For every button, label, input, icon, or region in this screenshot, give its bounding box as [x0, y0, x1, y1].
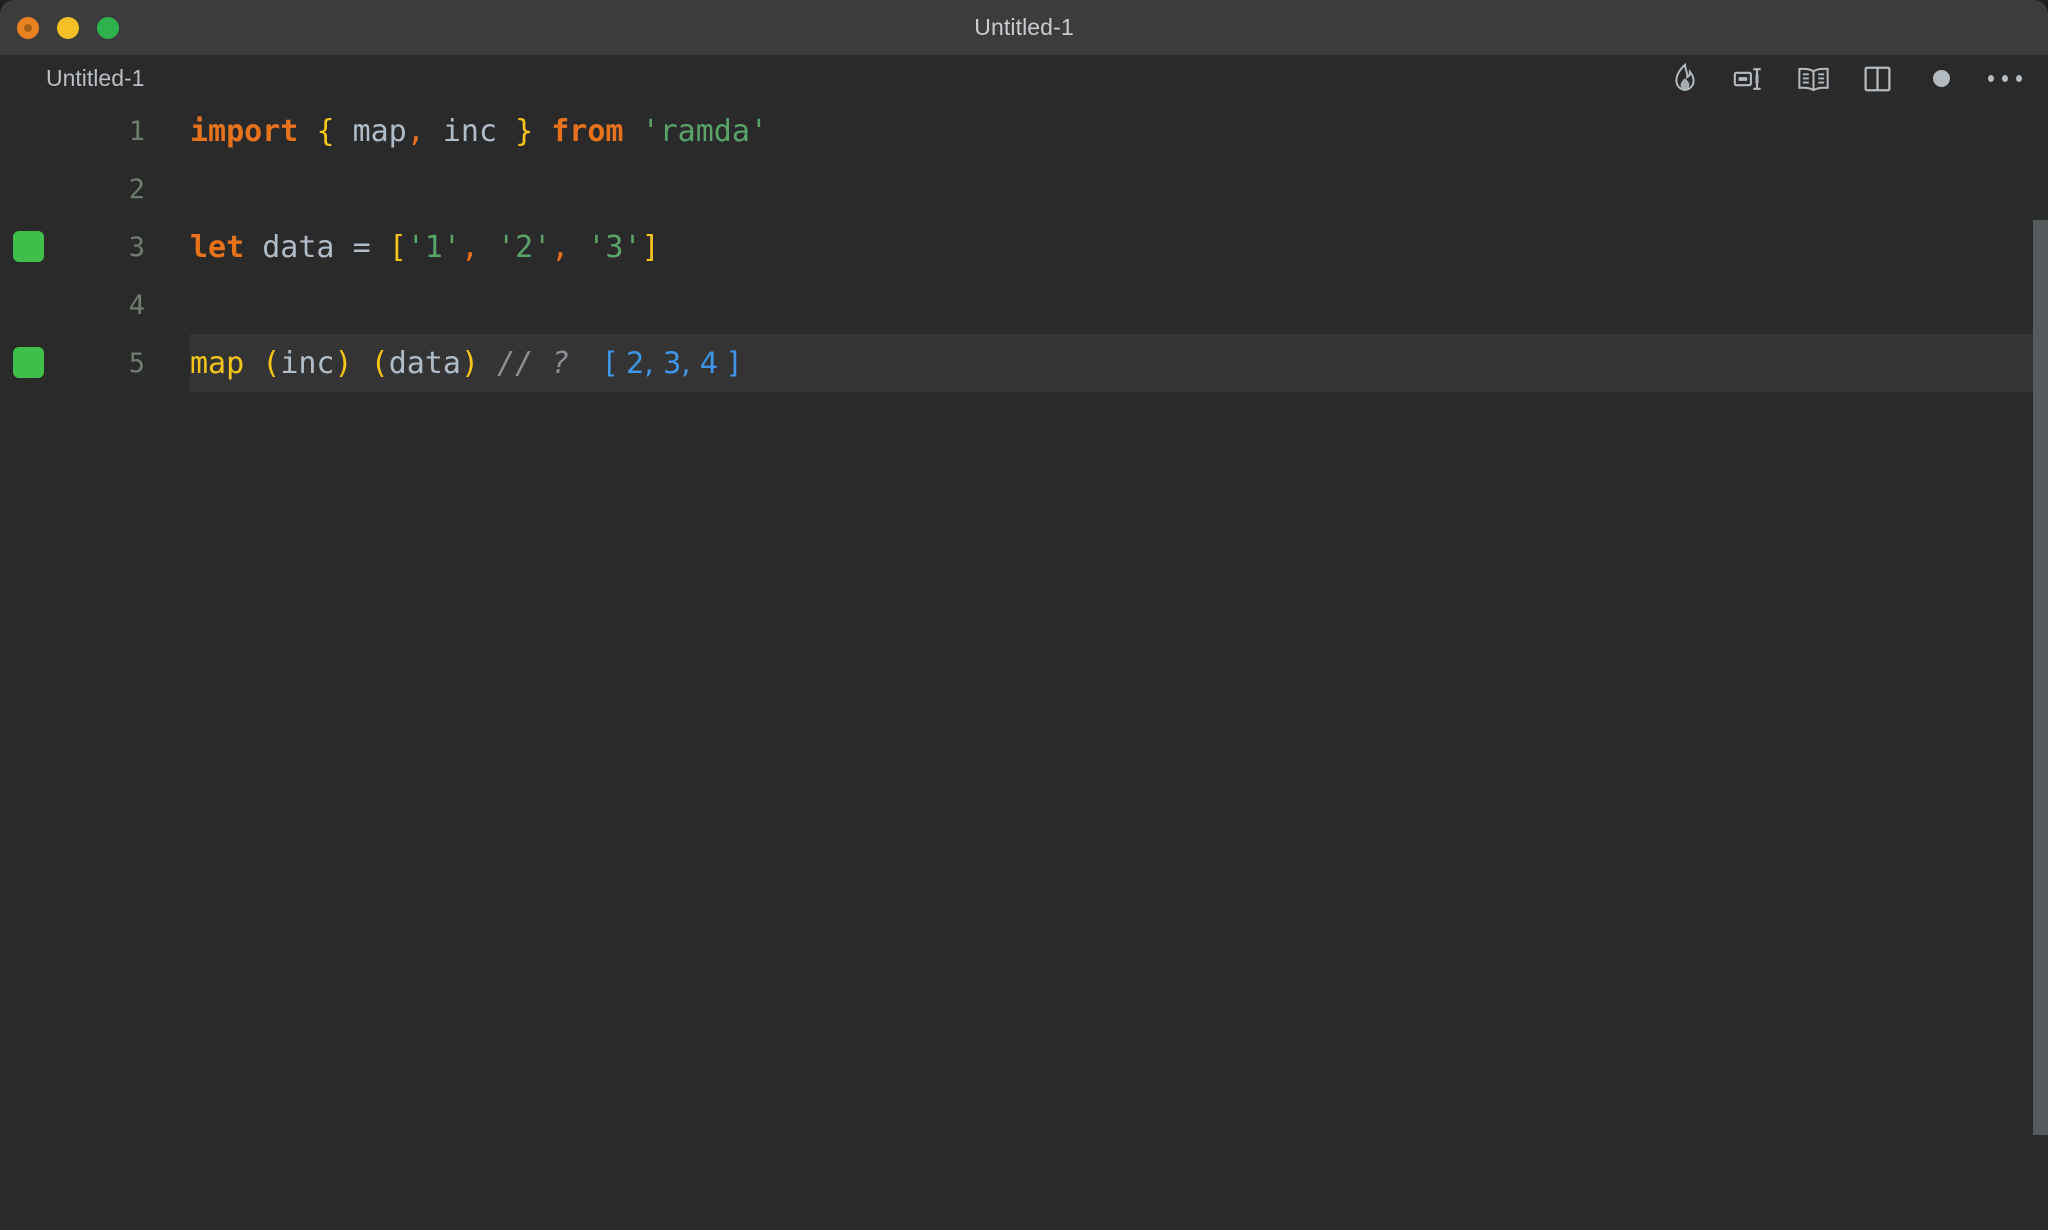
token: } [515, 113, 534, 149]
token: data [388, 345, 461, 381]
more-actions-ellipsis-icon[interactable] [1988, 62, 2022, 96]
vertical-scrollbar[interactable] [2033, 220, 2048, 1135]
code-editor[interactable]: 1 import { map, inc } from 'ramda' 2 3 let d… [0, 102, 2048, 1230]
token: ) [460, 345, 479, 381]
code-lines: 1 import { map, inc } from 'ramda' 2 3 let d… [0, 102, 2048, 392]
token: ) [334, 345, 353, 381]
token: , [406, 113, 425, 149]
token: '2' [497, 229, 552, 265]
token: ( [370, 345, 389, 381]
split-editor-icon[interactable] [1860, 62, 1894, 96]
window-titlebar: Untitled-1 [0, 0, 2048, 55]
token: ] [641, 229, 660, 265]
editor-topbar: Untitled-1 [0, 55, 2048, 102]
token: 'ramda' [641, 113, 768, 149]
token: inc [442, 113, 498, 149]
token: [ 2, 3, 4 ] [605, 345, 739, 380]
token: data [262, 229, 335, 265]
token: let [190, 229, 245, 265]
token: map [352, 113, 407, 149]
token: [ [388, 229, 407, 265]
line-number: 4 [128, 289, 145, 321]
token: import [190, 113, 299, 149]
unsaved-dot-icon[interactable] [1924, 62, 1958, 96]
token: // ? [497, 345, 570, 381]
code-text[interactable]: import { map, inc } from 'ramda' [190, 114, 768, 149]
token: inc [280, 345, 335, 381]
code-line-4[interactable]: 4 [0, 276, 2048, 334]
code-line-3[interactable]: 3 let data = ['1', '2', '3'] [0, 218, 2048, 276]
line-number: 1 [128, 115, 145, 147]
token: { [316, 113, 335, 149]
code-line-5[interactable]: 5 map (inc) (data) // ? [ 2, 3, 4 ] [0, 334, 2048, 392]
line-number: 3 [128, 231, 145, 263]
open-to-the-side-icon[interactable] [1732, 62, 1766, 96]
line-number: 5 [128, 347, 145, 379]
quokka-flame-icon[interactable] [1668, 62, 1702, 96]
code-text[interactable]: map (inc) (data) // ? [ 2, 3, 4 ] [190, 346, 739, 381]
open-preview-book-icon[interactable] [1796, 62, 1830, 96]
token: ( [262, 345, 281, 381]
code-line-1[interactable]: 1 import { map, inc } from 'ramda' [0, 102, 2048, 160]
dirty-indicator [1932, 70, 1950, 87]
code-text[interactable]: let data = ['1', '2', '3'] [190, 230, 660, 265]
token: from [551, 113, 624, 149]
token: map [190, 345, 245, 381]
code-line-2[interactable]: 2 [0, 160, 2048, 218]
window-title: Untitled-1 [974, 14, 1074, 40]
editor-actions [1668, 55, 2022, 102]
breadcrumb[interactable]: Untitled-1 [46, 65, 144, 92]
token: , [460, 229, 479, 265]
token: '3' [587, 229, 642, 265]
token: = [352, 229, 371, 265]
token: '1' [406, 229, 461, 265]
editor-window: Untitled-1 Untitled-1 1 import {map, in… [0, 0, 2048, 1230]
line-number: 2 [128, 173, 145, 205]
token: , [551, 229, 570, 265]
